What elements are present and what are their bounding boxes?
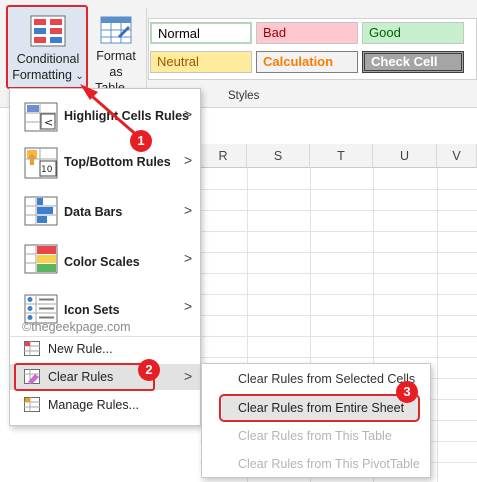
annotation-arrow	[80, 84, 141, 140]
step-badge-2: 2	[138, 359, 160, 381]
step-badge-1: 1	[130, 130, 152, 152]
step-badge-3: 3	[396, 381, 418, 403]
